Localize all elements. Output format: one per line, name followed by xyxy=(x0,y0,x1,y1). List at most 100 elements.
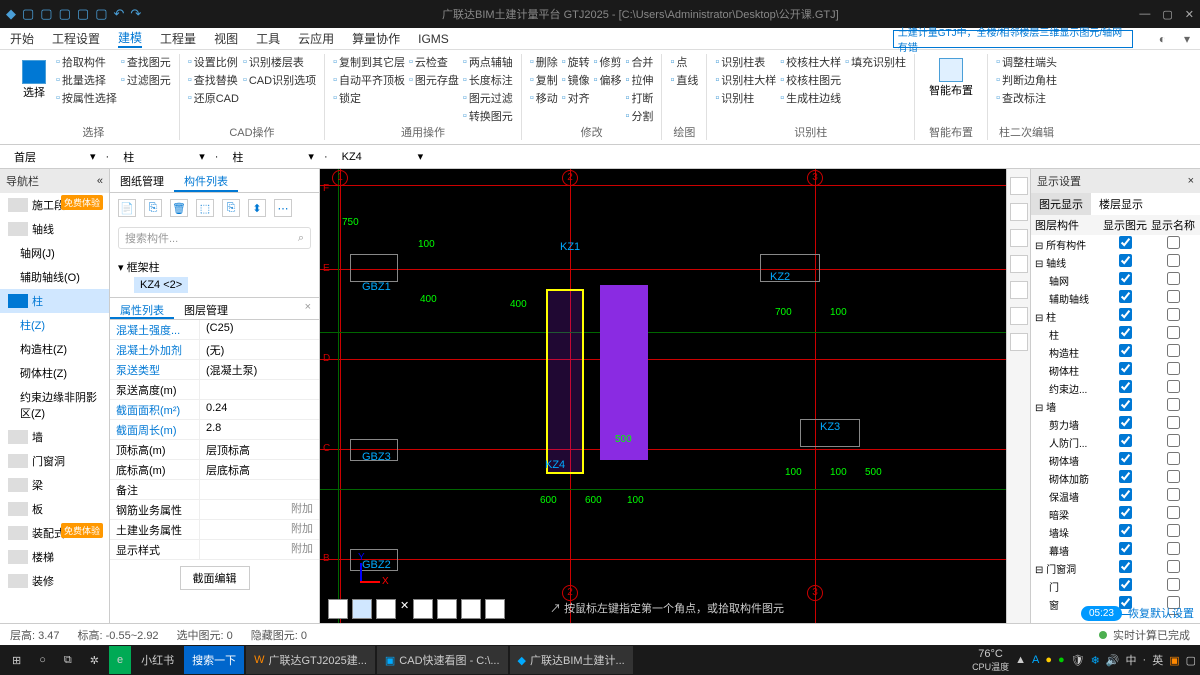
search-box[interactable]: 搜索一下 xyxy=(184,646,244,674)
disp-label[interactable]: 幕墙 xyxy=(1031,543,1101,558)
show-elem-check[interactable] xyxy=(1119,326,1132,339)
close-icon[interactable]: ✕ xyxy=(1185,8,1194,21)
rec-detail-btn[interactable]: 识别柱大样 xyxy=(715,72,776,88)
show-name-check[interactable] xyxy=(1167,398,1180,411)
layer-icon[interactable]: ⬚ xyxy=(196,199,214,217)
point-btn[interactable]: 点 xyxy=(670,54,698,70)
tray-icon[interactable]: 英 xyxy=(1152,652,1163,668)
show-name-check[interactable] xyxy=(1167,308,1180,321)
offset-btn[interactable]: 偏移 xyxy=(594,72,622,88)
column-kz4-outline[interactable] xyxy=(546,289,584,474)
tab-layers[interactable]: 图层管理 xyxy=(174,298,238,319)
ui-toggle-icon[interactable]: ▾ xyxy=(1184,32,1190,46)
view-btn[interactable] xyxy=(1010,255,1028,273)
search-components[interactable]: 搜索构件...⌕ xyxy=(118,227,311,249)
prop-row[interactable]: 备注 xyxy=(110,480,319,500)
move-btn[interactable]: 移动 xyxy=(530,90,558,106)
tray-icon[interactable]: · xyxy=(1143,654,1147,666)
menu-project[interactable]: 工程设置 xyxy=(52,30,100,47)
section-edit-button[interactable]: 截面编辑 xyxy=(180,566,250,590)
tree-root[interactable]: ▾ 框架柱 xyxy=(118,257,311,277)
tray-icon[interactable]: ❄ xyxy=(1091,654,1100,667)
prop-row[interactable]: 泵送高度(m) xyxy=(110,380,319,400)
prop-row[interactable]: 显示样式附加 xyxy=(110,540,319,560)
qat-icon[interactable]: ↶ xyxy=(113,6,124,22)
judge-corner-btn[interactable]: 判断边角柱 xyxy=(996,72,1057,88)
cv-btn[interactable] xyxy=(352,599,372,619)
disp-label[interactable]: 辅助轴线 xyxy=(1031,291,1101,306)
close-icon[interactable]: × xyxy=(1188,175,1194,187)
prop-value[interactable]: 层顶标高 xyxy=(200,440,319,459)
qat-icon[interactable]: ▢ xyxy=(40,6,52,22)
disp-label[interactable]: ⊟ 墙 xyxy=(1031,399,1101,414)
prop-value[interactable] xyxy=(200,540,285,559)
cv-btn[interactable] xyxy=(376,599,396,619)
nav-wall[interactable]: 墙 xyxy=(0,425,109,449)
disp-label[interactable]: 门 xyxy=(1031,579,1101,594)
disp-label[interactable]: ⊟ 所有构件 xyxy=(1031,237,1101,252)
qat-icon[interactable]: ▢ xyxy=(59,6,71,22)
app-ie[interactable]: e xyxy=(109,646,131,674)
new-icon[interactable]: 📄 xyxy=(118,199,136,217)
show-name-check[interactable] xyxy=(1167,578,1180,591)
split-btn[interactable]: 分割 xyxy=(626,108,654,124)
prop-row[interactable]: 底标高(m)层底标高 xyxy=(110,460,319,480)
tray-icon[interactable]: ▢ xyxy=(1186,654,1196,667)
task-bim[interactable]: ◆广联达BIM土建计... xyxy=(510,646,633,674)
menu-cloud[interactable]: 云应用 xyxy=(298,30,334,47)
disp-label[interactable]: 轴网 xyxy=(1031,273,1101,288)
menu-model[interactable]: 建模 xyxy=(118,29,142,48)
show-elem-check[interactable] xyxy=(1119,434,1132,447)
prop-sel-btn[interactable]: 按属性选择 xyxy=(56,90,117,106)
qat-icon[interactable]: ↷ xyxy=(130,6,141,22)
tab-components[interactable]: 构件列表 xyxy=(174,169,238,192)
view-btn[interactable] xyxy=(1010,203,1028,221)
nav-col-z[interactable]: 柱(Z) xyxy=(0,313,109,337)
nav-aux-axis[interactable]: 辅助轴线(O) xyxy=(0,265,109,289)
type-select[interactable]: 柱 xyxy=(228,147,298,167)
close-icon[interactable]: × xyxy=(297,298,319,319)
disp-label[interactable]: ⊟ 门窗洞 xyxy=(1031,561,1101,576)
app-xhs[interactable]: 小红书 xyxy=(133,646,182,674)
save-disk-btn[interactable]: 图元存盘 xyxy=(409,72,459,88)
menu-quantity[interactable]: 工程量 xyxy=(160,30,196,47)
nav-finish[interactable]: 装修 xyxy=(0,569,109,593)
menu-collab[interactable]: 算量协作 xyxy=(352,30,400,47)
start-button[interactable]: ⊞ xyxy=(4,646,29,674)
tray-icon[interactable]: 中 xyxy=(1126,652,1137,668)
sort-icon[interactable]: ⬍ xyxy=(248,199,266,217)
show-elem-check[interactable] xyxy=(1119,560,1132,573)
tray-icon[interactable]: 🛡 xyxy=(1071,654,1085,667)
item-select[interactable]: KZ4 xyxy=(338,149,408,165)
qat-icon[interactable]: ▢ xyxy=(22,6,34,22)
minimize-icon[interactable]: — xyxy=(1139,8,1150,21)
tab-drawing[interactable]: 图纸管理 xyxy=(110,169,174,192)
prop-value[interactable]: 0.24 xyxy=(200,400,319,419)
gen-edge-btn[interactable]: 生成柱边线 xyxy=(780,90,841,106)
show-elem-check[interactable] xyxy=(1119,272,1132,285)
show-name-check[interactable] xyxy=(1167,560,1180,573)
maximize-icon[interactable]: ▢ xyxy=(1162,8,1172,21)
batch-sel-btn[interactable]: 批量选择 xyxy=(56,72,117,88)
copy2-icon[interactable]: ⎘ xyxy=(222,199,240,217)
show-elem-check[interactable] xyxy=(1119,362,1132,375)
merge-btn[interactable]: 合并 xyxy=(626,54,654,70)
lock-btn[interactable]: 锁定 xyxy=(333,90,405,106)
nav-struct-col[interactable]: 构造柱(Z) xyxy=(0,337,109,361)
tray-icon[interactable]: ▣ xyxy=(1169,654,1179,667)
disp-label[interactable]: 柱 xyxy=(1031,327,1101,342)
floor-table-btn[interactable]: 识别楼层表 xyxy=(243,54,316,70)
prop-row[interactable]: 钢筋业务属性附加 xyxy=(110,500,319,520)
check-detail-btn[interactable]: 校核柱大样 xyxy=(780,54,841,70)
show-elem-check[interactable] xyxy=(1119,344,1132,357)
disp-label[interactable]: 砌体柱 xyxy=(1031,363,1101,378)
scale-btn[interactable]: 设置比例 xyxy=(188,54,239,70)
prop-value[interactable] xyxy=(200,520,285,539)
show-elem-check[interactable] xyxy=(1119,416,1132,429)
prop-row[interactable]: 截面面积(m²)0.24 xyxy=(110,400,319,420)
prop-row[interactable]: 土建业务属性附加 xyxy=(110,520,319,540)
prop-value[interactable]: 2.8 xyxy=(200,420,319,439)
show-name-check[interactable] xyxy=(1167,380,1180,393)
view-btn[interactable] xyxy=(1010,333,1028,351)
tray-icon[interactable]: ▲ xyxy=(1015,654,1026,666)
